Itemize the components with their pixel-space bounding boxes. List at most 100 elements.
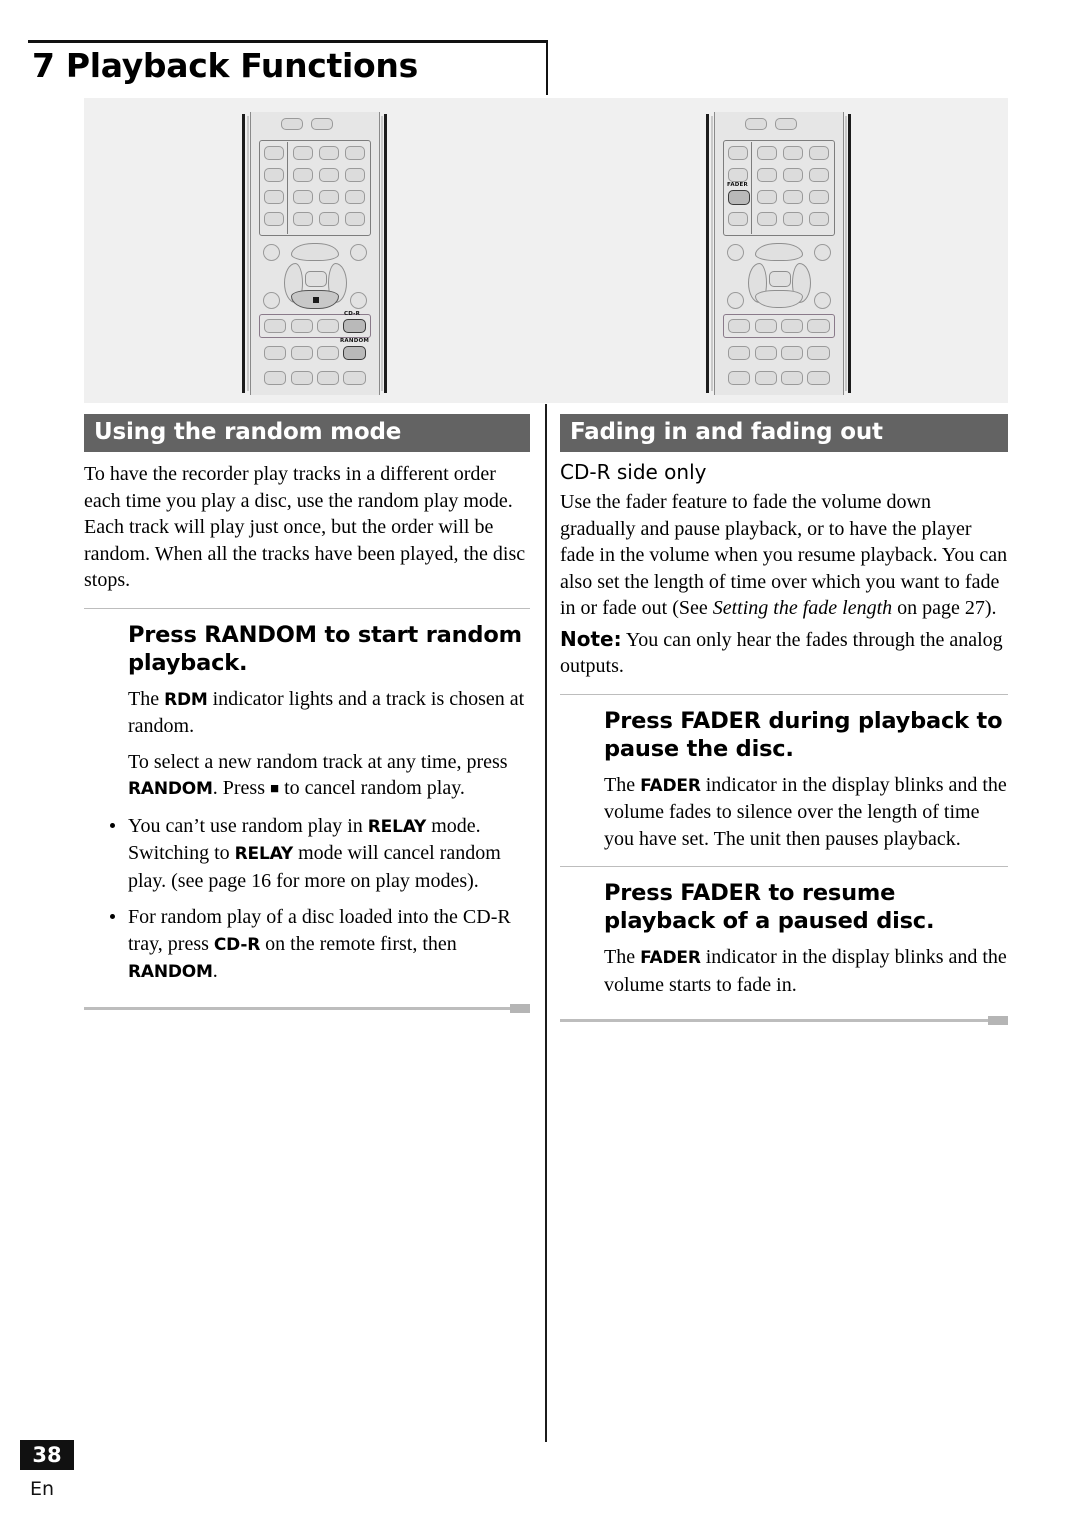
- keypad2-button-r4c3[interactable]: [783, 212, 803, 226]
- keypad2-button-r1c2[interactable]: [757, 146, 777, 160]
- fade-length-reference: Setting the fade length: [712, 597, 893, 619]
- cdr-b: on the remote first, then: [260, 932, 457, 955]
- remote2-round-button-top-left[interactable]: [727, 244, 744, 261]
- remote2-button-row6-3[interactable]: [781, 346, 803, 360]
- keypad2-button-r4c4[interactable]: [809, 212, 829, 226]
- fader-button[interactable]: [728, 190, 750, 205]
- divider-rule-3: [560, 866, 1008, 867]
- transport2-button-4[interactable]: [807, 319, 830, 333]
- keypad2-button-r4c1[interactable]: [728, 212, 748, 226]
- select-end: to cancel random play.: [279, 777, 465, 799]
- end-rule-cap: [988, 1016, 1008, 1025]
- right-column: Fading in and fading out CD-R side only …: [560, 414, 1008, 1025]
- keypad-button-r2c3[interactable]: [319, 168, 339, 182]
- remote-button-row6-2[interactable]: [291, 346, 313, 360]
- cursor2-enter-button[interactable]: [769, 271, 791, 287]
- end-rule-cap: [510, 1003, 530, 1013]
- keypad-button-r3c4[interactable]: [345, 190, 365, 204]
- keypad-button-r4c2[interactable]: [293, 212, 313, 226]
- transport2-button-2[interactable]: [755, 319, 777, 333]
- remote2-round-button-bottom-right[interactable]: [814, 292, 831, 309]
- keypad2-button-r3c2[interactable]: [757, 190, 777, 204]
- remote2-button-top-1[interactable]: [745, 118, 767, 130]
- keypad2-button-r1c3[interactable]: [783, 146, 803, 160]
- keypad2-button-r3c4[interactable]: [809, 190, 829, 204]
- cdr-c: .: [212, 960, 218, 982]
- remote2-button-row7-2[interactable]: [755, 371, 777, 385]
- remote2-button-row6-4[interactable]: [807, 346, 830, 360]
- remote-button-row7-3[interactable]: [317, 371, 339, 385]
- end-rule-line: [84, 1006, 530, 1010]
- cursor2-up-button[interactable]: [755, 243, 803, 261]
- remote2-button-row7-3[interactable]: [781, 371, 803, 385]
- keypad2-button-r2c1[interactable]: [728, 168, 748, 182]
- cdr-button[interactable]: [343, 319, 366, 333]
- remote2-button-row7-1[interactable]: [728, 371, 750, 385]
- keypad-button-r3c2[interactable]: [293, 190, 313, 204]
- fader-keyword-1: FADER: [640, 775, 701, 796]
- section-header-random-mode: Using the random mode: [84, 414, 530, 452]
- keypad2-button-r1c1[interactable]: [728, 146, 748, 160]
- remote2-button-top-2[interactable]: [775, 118, 797, 130]
- page-number-badge: 38: [20, 1440, 74, 1470]
- transport-button-1[interactable]: [264, 319, 286, 333]
- keypad2-button-r3c3[interactable]: [783, 190, 803, 204]
- stop-button[interactable]: [291, 290, 339, 309]
- keypad-button-r4c3[interactable]: [319, 212, 339, 226]
- remote-round-button-bottom-right[interactable]: [350, 292, 367, 309]
- left-column-end-rule: [84, 1003, 530, 1013]
- remote2-round-button-bottom-left[interactable]: [727, 292, 744, 309]
- keypad-button-r2c1[interactable]: [264, 168, 284, 182]
- remote-button-row6-1[interactable]: [264, 346, 286, 360]
- remote-button-row7-4[interactable]: [343, 371, 366, 385]
- random-mode-intro: To have the recorder play tracks in a di…: [84, 463, 526, 591]
- remote-button-top-1[interactable]: [281, 118, 303, 130]
- remote-round-button-top-left[interactable]: [263, 244, 280, 261]
- transport2-button-1[interactable]: [728, 319, 750, 333]
- keypad2-button-r1c4[interactable]: [809, 146, 829, 160]
- remote-round-button-bottom-left[interactable]: [263, 292, 280, 309]
- remote-control-fader-illustration: FADER: [696, 112, 860, 397]
- keypad-button-r1c3[interactable]: [319, 146, 339, 160]
- keypad-button-r1c4[interactable]: [345, 146, 365, 160]
- transport-button-2[interactable]: [291, 319, 313, 333]
- remote-button-row6-3[interactable]: [317, 346, 339, 360]
- keypad2-button-r2c4[interactable]: [809, 168, 829, 182]
- keypad-button-r3c1[interactable]: [264, 190, 284, 204]
- fader-pause-lead: The: [604, 773, 641, 796]
- remote-round-button-top-right[interactable]: [350, 244, 367, 261]
- transport2-button-3[interactable]: [781, 319, 803, 333]
- keypad-button-r2c4[interactable]: [345, 168, 365, 182]
- keypad-button-r4c4[interactable]: [345, 212, 365, 226]
- left-column: Using the random mode To have the record…: [84, 414, 530, 1013]
- fader-intro-b: on page 27).: [892, 597, 997, 619]
- cursor-up-button[interactable]: [291, 243, 339, 261]
- rdm-indicator-text: The RDM indicator lights and a track is …: [84, 686, 530, 740]
- relay-keyword-1: RELAY: [367, 816, 427, 837]
- right-column-end-rule: [560, 1016, 1008, 1025]
- remote2-round-button-top-right[interactable]: [814, 244, 831, 261]
- keypad-button-r1c2[interactable]: [293, 146, 313, 160]
- remote2-button-row6-2[interactable]: [755, 346, 777, 360]
- keypad-button-r3c3[interactable]: [319, 190, 339, 204]
- bullet-dot-icon: [110, 822, 115, 828]
- cursor-enter-button[interactable]: [305, 271, 327, 287]
- remote-button-row7-2[interactable]: [291, 371, 313, 385]
- keypad-button-r1c1[interactable]: [264, 146, 284, 160]
- remote2-button-row7-4[interactable]: [807, 371, 830, 385]
- remote2-button-row6-1[interactable]: [728, 346, 750, 360]
- random-button[interactable]: [343, 346, 366, 360]
- bullet-relay-text: You can’t use random play in RELAY mode.…: [128, 813, 530, 895]
- remote-body: CD-R RANDOM: [250, 112, 380, 395]
- keypad-button-r4c1[interactable]: [264, 212, 284, 226]
- keypad-button-r2c2[interactable]: [293, 168, 313, 182]
- select-mid: . Press: [212, 777, 270, 799]
- cursor2-down-button[interactable]: [755, 290, 803, 308]
- keypad2-button-r2c3[interactable]: [783, 168, 803, 182]
- remote-button-row7-1[interactable]: [264, 371, 286, 385]
- remote-button-top-2[interactable]: [311, 118, 333, 130]
- keypad2-button-r4c2[interactable]: [757, 212, 777, 226]
- section-header-fading: Fading in and fading out: [560, 414, 1008, 452]
- keypad2-button-r2c2[interactable]: [757, 168, 777, 182]
- transport-button-3[interactable]: [317, 319, 339, 333]
